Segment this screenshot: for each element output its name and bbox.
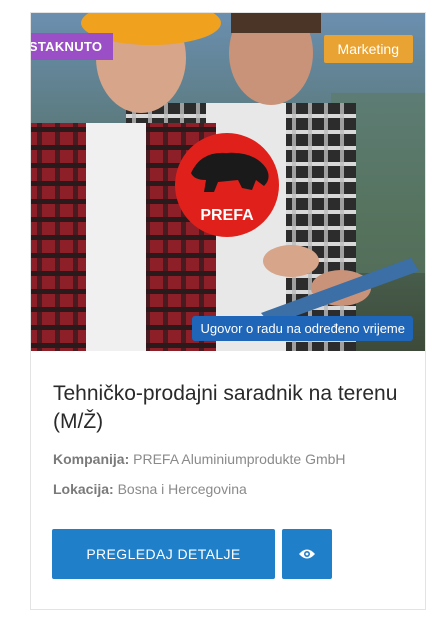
company-value: PREFA Aluminiumprodukte GmbH [133, 451, 346, 467]
category-badge[interactable]: Marketing [323, 35, 413, 63]
eye-icon [299, 549, 315, 559]
company-row: Kompanija: PREFA Aluminiumprodukte GmbH [53, 451, 346, 467]
job-image[interactable]: PREFA ISTAKNUTO Marketing Ugovor o radu … [31, 13, 425, 351]
location-row: Lokacija: Bosna i Hercegovina [53, 481, 247, 497]
contract-type-badge: Ugovor o radu na određeno vrijeme [192, 316, 413, 341]
location-label: Lokacija: [53, 481, 114, 497]
hero-photo: PREFA [31, 13, 425, 351]
featured-badge: ISTAKNUTO [31, 33, 114, 60]
job-title[interactable]: Tehničko-prodajni saradnik na terenu (M/… [53, 380, 403, 436]
view-details-button[interactable]: PREGLEDAJ DETALJE [52, 529, 275, 579]
preview-button[interactable] [282, 529, 332, 579]
job-card: PREFA ISTAKNUTO Marketing Ugovor o radu … [30, 12, 426, 610]
svg-text:PREFA: PREFA [200, 207, 254, 224]
location-value: Bosna i Hercegovina [117, 481, 247, 497]
company-label: Kompanija: [53, 451, 130, 467]
